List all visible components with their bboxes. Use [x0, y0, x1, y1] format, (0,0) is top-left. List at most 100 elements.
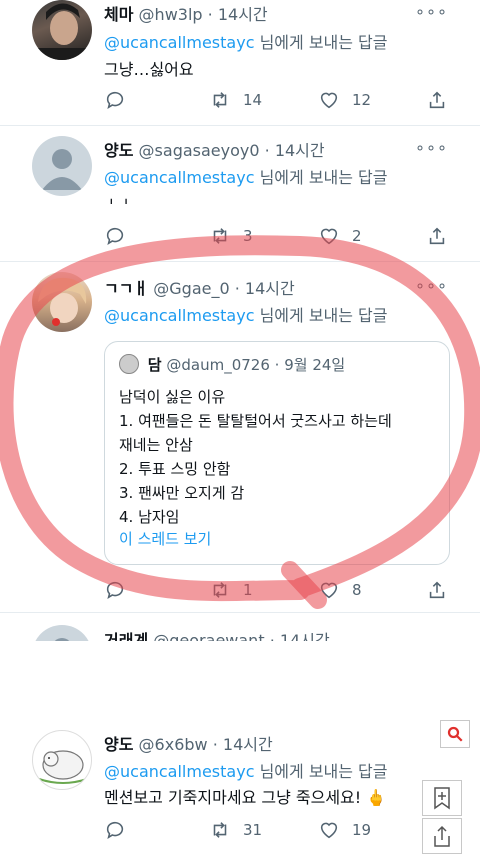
quoted-handle: @daum_0726: [166, 356, 270, 374]
share-icon: [429, 581, 445, 599]
share-button[interactable]: [426, 224, 448, 248]
action-bar: 31 19: [104, 818, 450, 842]
retweet-count: 3: [243, 227, 253, 245]
reply-context: @ucancallmestayc 님에게 보내는 답글: [104, 29, 388, 53]
tweet-text: 멘션보고 기죽지마세요 그냥 죽으세요! 🖕: [104, 784, 386, 808]
action-bar: 14 12: [104, 88, 450, 112]
avatar[interactable]: [32, 272, 92, 332]
bookmark-button[interactable]: [422, 780, 462, 816]
retweet-count: 1: [243, 581, 253, 599]
quoted-text-line: 남덕이 싫은 이유: [119, 388, 226, 406]
handle[interactable]: @6x6bw: [139, 735, 208, 754]
share-icon: [429, 91, 445, 109]
quoted-tweet[interactable]: 담 @daum_0726 · 9월 24일 남덕이 싫은 이유 1. 여팬들은 …: [104, 341, 450, 565]
bookmark-icon: [434, 787, 450, 810]
handle[interactable]: @georaewant: [153, 631, 264, 641]
quoted-text-line: 4. 남자임: [119, 508, 180, 526]
show-thread-link[interactable]: 이 스레드 보기: [119, 528, 211, 549]
reply-button[interactable]: [104, 88, 126, 112]
tweet-text: ㅗㅗ: [104, 194, 134, 204]
reply-icon: [106, 821, 124, 840]
reply-button[interactable]: [104, 578, 126, 602]
retweet-button[interactable]: 1: [209, 578, 253, 602]
avatar-photo-icon: [38, 277, 87, 326]
display-name[interactable]: 거래계: [104, 631, 148, 641]
heart-icon: [320, 92, 338, 109]
tweet-5[interactable]: 양도 @6x6bw · 14시간 @ucancallmestayc 님에게 보내…: [0, 722, 480, 854]
timestamp[interactable]: · 14시간: [235, 279, 295, 298]
retweet-button[interactable]: 31: [209, 818, 262, 842]
heart-icon: [320, 228, 338, 245]
avatar-photo-icon: [32, 3, 92, 60]
avatar[interactable]: [32, 0, 92, 60]
timestamp[interactable]: · 14시간: [208, 5, 268, 24]
quoted-text-line: 3. 팬싸만 오지게 감: [119, 484, 245, 502]
retweet-button[interactable]: 3: [209, 224, 253, 248]
reply-button[interactable]: [104, 224, 126, 248]
reply-button[interactable]: [104, 818, 126, 842]
handle[interactable]: @hw3lp: [139, 5, 203, 24]
like-count: 2: [352, 227, 362, 245]
tweet-header: 양도 @6x6bw · 14시간: [104, 731, 273, 755]
display-name[interactable]: 양도: [104, 735, 133, 754]
avatar[interactable]: [32, 625, 92, 641]
mention-link[interactable]: @ucancallmestayc: [104, 168, 254, 187]
reply-context: @ucancallmestayc 님에게 보내는 답글: [104, 758, 388, 782]
search-button[interactable]: [440, 720, 470, 748]
retweet-icon: [213, 822, 227, 838]
display-name[interactable]: ㄱㄱㅐ: [104, 279, 148, 298]
reply-icon: [106, 91, 124, 110]
action-bar: 3 2: [104, 224, 450, 248]
share-button[interactable]: [426, 578, 448, 602]
retweet-icon: [213, 228, 227, 244]
reply-suffix: 님에게 보내는 답글: [254, 306, 388, 325]
mention-link[interactable]: @ucancallmestayc: [104, 762, 254, 781]
retweet-icon: [213, 582, 227, 598]
like-count: 8: [352, 581, 362, 599]
share-icon: [434, 825, 450, 847]
mention-link[interactable]: @ucancallmestayc: [104, 33, 254, 52]
tweet-header: ㄱㄱㅐ @Ggae_0 · 14시간: [104, 275, 295, 299]
reply-context: @ucancallmestayc 님에게 보내는 답글: [104, 164, 388, 188]
like-button[interactable]: 2: [318, 224, 362, 248]
handle[interactable]: @Ggae_0: [153, 279, 229, 298]
retweet-button[interactable]: 14: [209, 88, 262, 112]
sheep-illustration-icon: [38, 750, 88, 784]
tweet-text-content: 멘션보고 기죽지마세요 그냥 죽으세요!: [104, 788, 362, 807]
avatar[interactable]: [32, 730, 92, 790]
timestamp[interactable]: · 14시간: [213, 735, 273, 754]
retweet-count: 14: [243, 91, 263, 109]
share-page-button[interactable]: [422, 818, 462, 854]
share-button[interactable]: [426, 88, 448, 112]
quoted-text-line: 재네는 안삼: [119, 436, 193, 454]
timestamp[interactable]: · 14시간: [265, 141, 325, 160]
tweet-header: 거래계 @georaewant · 14시간: [104, 627, 330, 641]
like-button[interactable]: 12: [318, 88, 371, 112]
quoted-avatar: [119, 354, 139, 374]
timestamp[interactable]: · 14시간: [270, 631, 330, 641]
avatar[interactable]: [32, 136, 92, 196]
more-options-icon[interactable]: ∘∘∘: [415, 276, 448, 295]
tweet-header: 체마 @hw3lp · 14시간: [104, 1, 268, 25]
tweet-2[interactable]: 양도 @sagasaeyoy0 · 14시간 ∘∘∘ @ucancallmest…: [0, 126, 480, 260]
handle[interactable]: @sagasaeyoy0: [139, 141, 260, 160]
retweet-count: 31: [243, 821, 263, 839]
quoted-date: · 9월 24일: [274, 356, 346, 374]
like-button[interactable]: 19: [318, 818, 371, 842]
tweet-text: 그냥…싫어요: [104, 60, 194, 79]
tweet-4-partial[interactable]: 거래계 @georaewant · 14시간: [0, 613, 480, 641]
tweet-1[interactable]: 체마 @hw3lp · 14시간 ∘∘∘ @ucancallmestayc 님에…: [0, 0, 480, 124]
quoted-tweet-header: 담 @daum_0726 · 9월 24일: [119, 354, 345, 375]
heart-icon: [320, 822, 338, 839]
more-options-icon[interactable]: ∘∘∘: [415, 138, 448, 157]
display-name[interactable]: 양도: [104, 141, 133, 160]
quoted-text-line: 1. 여팬들은 돈 탈탈털어서 굿즈사고 하는데: [119, 412, 392, 430]
more-options-icon[interactable]: ∘∘∘: [415, 2, 448, 21]
mention-link[interactable]: @ucancallmestayc: [104, 306, 254, 325]
quoted-text-line: 2. 투표 스밍 안함: [119, 460, 231, 478]
display-name[interactable]: 체마: [104, 5, 133, 24]
like-button[interactable]: 8: [318, 578, 362, 602]
quoted-display-name: 담: [147, 356, 162, 374]
tweet-header: 양도 @sagasaeyoy0 · 14시간: [104, 137, 325, 161]
retweet-icon: [213, 92, 227, 108]
